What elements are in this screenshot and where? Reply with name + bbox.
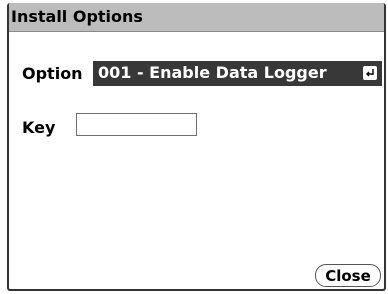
key-label: Key — [22, 118, 56, 137]
enter-icon[interactable] — [363, 66, 377, 80]
option-selected-value: 001 - Enable Data Logger — [98, 63, 327, 82]
dialog-title-bar: Install Options — [9, 3, 384, 32]
option-label: Option — [22, 64, 83, 83]
option-select[interactable]: 001 - Enable Data Logger — [93, 61, 382, 86]
install-options-dialog: Install Options Option 001 - Enable Data… — [7, 3, 386, 291]
close-button[interactable]: Close — [315, 264, 381, 287]
key-input[interactable] — [76, 113, 197, 136]
dialog-title: Install Options — [11, 7, 143, 26]
